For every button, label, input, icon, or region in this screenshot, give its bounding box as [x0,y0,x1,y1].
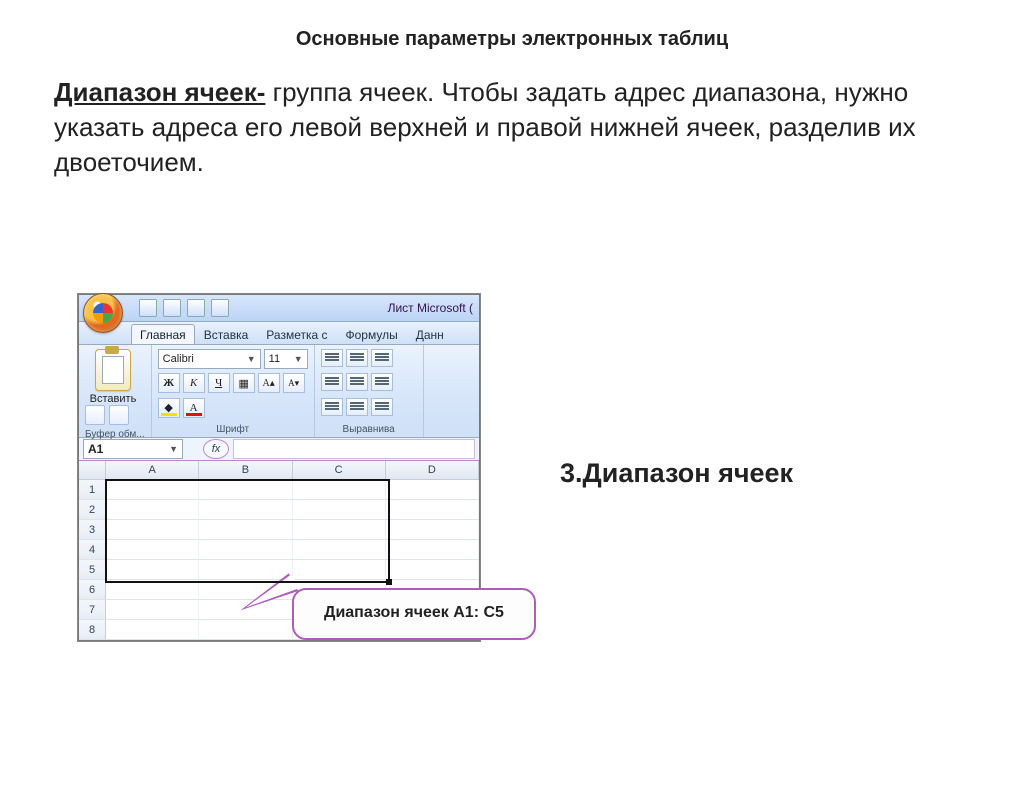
cell[interactable] [106,520,199,539]
shrink-font-button[interactable]: A▾ [283,373,305,393]
chevron-down-icon: ▼ [294,354,303,364]
chevron-down-icon: ▼ [247,354,256,364]
group-label-align: Выравнива [321,422,417,435]
grow-font-button[interactable]: A▴ [258,373,280,393]
paste-icon[interactable] [95,349,131,391]
cell[interactable] [386,480,479,499]
align-bottom-button[interactable] [371,349,393,367]
cell[interactable] [293,500,386,519]
row-header-3[interactable]: 3 [79,520,106,539]
indent-dec-button[interactable] [321,398,343,416]
window-title: Лист Microsoft ( [388,301,473,315]
cell[interactable] [199,560,292,579]
font-color-button[interactable]: А [183,398,205,418]
align-center-button[interactable] [346,373,368,391]
group-label-font: Шрифт [158,422,308,435]
formula-bar: A1 ▼ fx [79,438,479,461]
font-name-combo[interactable]: Calibri ▼ [158,349,261,369]
qat-more-icon[interactable] [211,299,229,317]
titlebar: Лист Microsoft ( [79,295,479,322]
copy-icon[interactable] [109,405,129,425]
chevron-down-icon: ▼ [169,444,178,454]
redo-icon[interactable] [187,299,205,317]
font-size-combo[interactable]: 11 ▼ [264,349,308,369]
group-clipboard: Вставить Буфер обм... [79,345,152,437]
cell[interactable] [293,560,386,579]
cell[interactable] [199,480,292,499]
font-name-value: Calibri [163,353,194,365]
cell[interactable] [106,480,199,499]
tab-home[interactable]: Главная [131,324,195,344]
col-header-b[interactable]: B [199,461,292,479]
row-header-7[interactable]: 7 [79,600,106,619]
row-header-4[interactable]: 4 [79,540,106,559]
italic-button[interactable]: К [183,373,205,393]
cell[interactable] [293,540,386,559]
row-header-2[interactable]: 2 [79,500,106,519]
col-header-c[interactable]: C [293,461,386,479]
cell[interactable] [386,540,479,559]
ribbon-tabs: Главная Вставка Разметка с Формулы Данн [79,322,479,345]
cell[interactable] [386,500,479,519]
body-paragraph: Диапазон ячеек- группа ячеек. Чтобы зада… [54,75,970,180]
name-box[interactable]: A1 ▼ [83,439,183,459]
cell[interactable] [106,620,199,639]
ribbon: Вставить Буфер обм... Calibri ▼ 11 ▼ Ж К Ч [79,345,479,438]
align-top-button[interactable] [321,349,343,367]
callout-box: Диапазон ячеек A1: C5 [292,588,536,640]
fill-color-button[interactable]: ◆ [158,398,180,418]
cut-icon[interactable] [85,405,105,425]
col-header-d[interactable]: D [386,461,479,479]
row-header-1[interactable]: 1 [79,480,106,499]
cell[interactable] [386,520,479,539]
wrap-text-button[interactable] [371,398,393,416]
cell[interactable] [106,540,199,559]
term: Диапазон ячеек- [54,77,265,107]
formula-input[interactable] [233,439,475,459]
row-header-5[interactable]: 5 [79,560,106,579]
cell[interactable] [199,540,292,559]
office-button[interactable] [83,293,123,333]
bold-button[interactable]: Ж [158,373,180,393]
cell[interactable] [106,580,199,599]
tab-data[interactable]: Данн [407,324,453,344]
name-box-value: A1 [88,442,103,456]
cell[interactable] [199,500,292,519]
cell[interactable] [199,620,292,639]
tab-insert[interactable]: Вставка [195,324,258,344]
quick-access-toolbar [139,299,229,317]
select-all-corner[interactable] [79,461,106,479]
paste-button[interactable]: Вставить [90,393,137,405]
cell[interactable] [293,520,386,539]
col-header-a[interactable]: A [106,461,199,479]
underline-button[interactable]: Ч [208,373,230,393]
font-size-value: 11 [269,353,280,365]
align-right-button[interactable] [371,373,393,391]
indent-inc-button[interactable] [346,398,368,416]
border-button[interactable]: ▦ [233,373,255,393]
undo-icon[interactable] [163,299,181,317]
tab-formulas[interactable]: Формулы [337,324,407,344]
cell[interactable] [199,520,292,539]
tab-layout[interactable]: Разметка с [257,324,336,344]
save-icon[interactable] [139,299,157,317]
cell[interactable] [106,500,199,519]
cell[interactable] [106,560,199,579]
align-left-button[interactable] [321,373,343,391]
align-middle-button[interactable] [346,349,368,367]
slide-title: Основные параметры электронных таблиц [0,28,1024,51]
row-header-8[interactable]: 8 [79,620,106,639]
group-alignment: Выравнива [315,345,424,437]
cell[interactable] [386,560,479,579]
cell[interactable] [293,480,386,499]
section-heading: 3.Диапазон ячеек [560,458,793,489]
row-header-6[interactable]: 6 [79,580,106,599]
cell[interactable] [106,600,199,619]
group-font: Calibri ▼ 11 ▼ Ж К Ч ▦ A▴ A▾ ◆ А [152,345,315,437]
fx-button[interactable]: fx [203,439,229,459]
